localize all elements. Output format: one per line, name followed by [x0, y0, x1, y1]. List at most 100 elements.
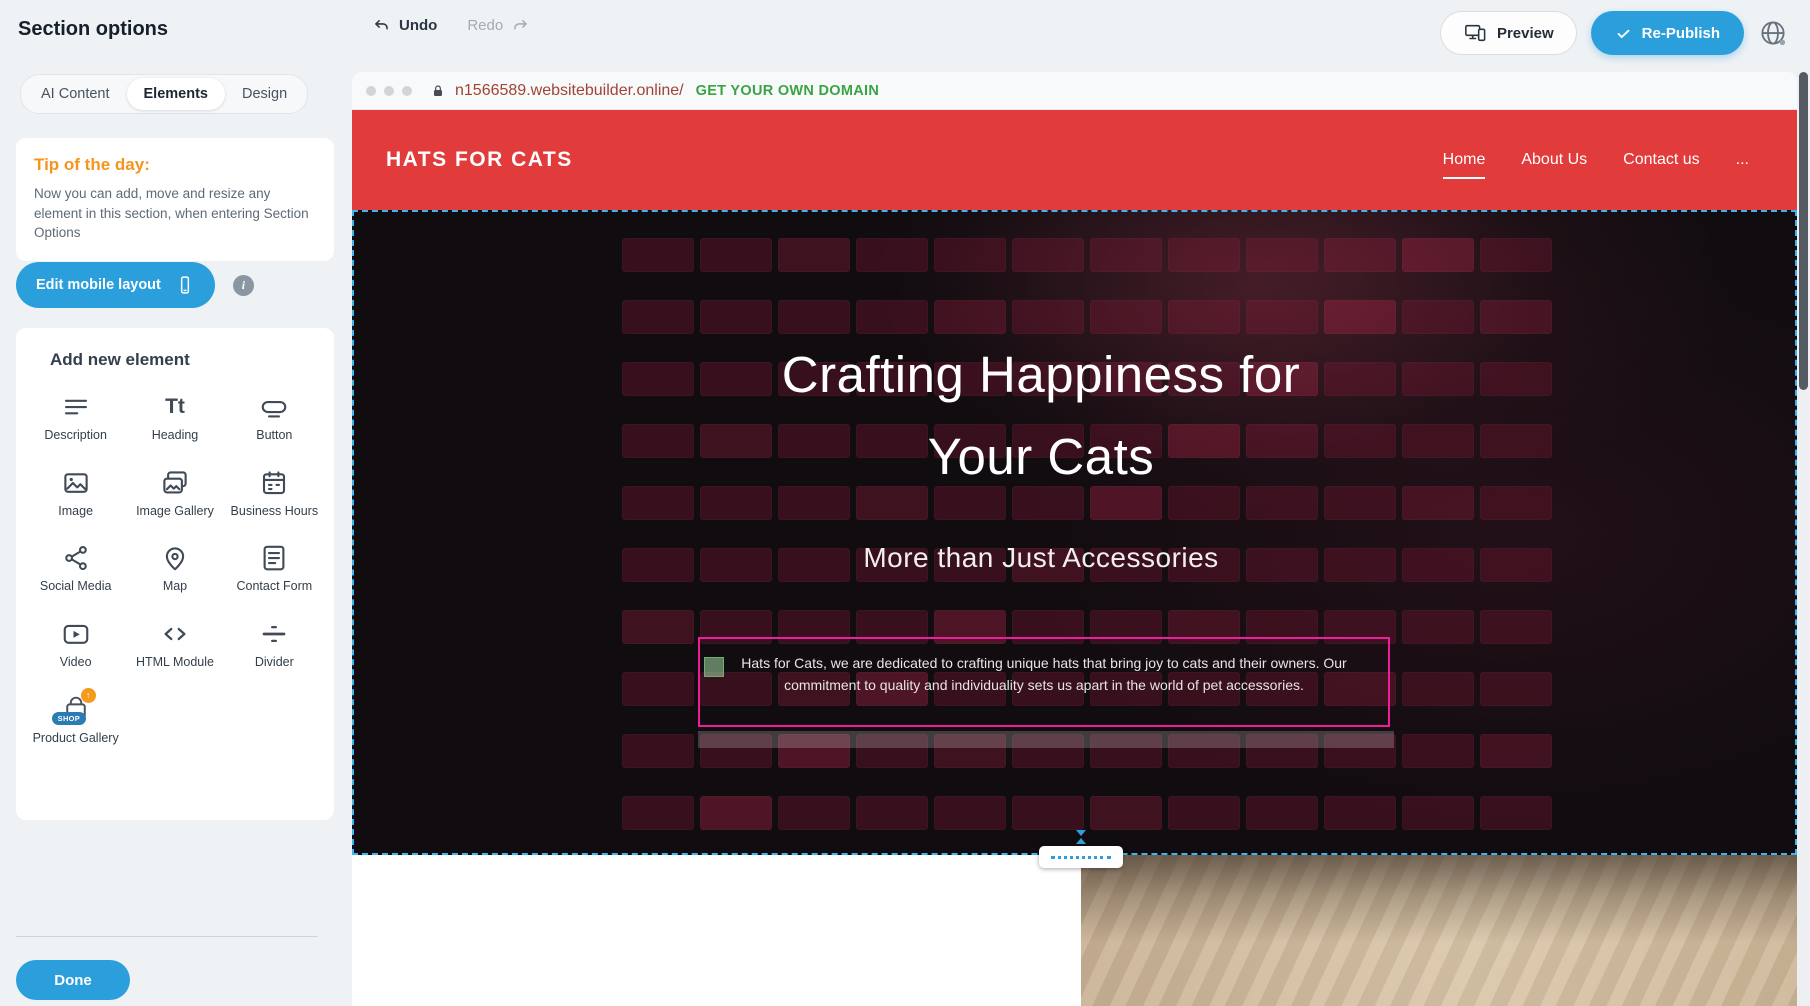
hero-grid-cell — [1246, 796, 1318, 830]
hero-grid-cell — [1402, 238, 1474, 272]
element-label: Map — [163, 579, 187, 595]
element-image[interactable]: Image — [32, 466, 120, 520]
hero-grid-cell — [622, 238, 694, 272]
redo-button[interactable]: Redo — [467, 16, 530, 35]
element-label: Heading — [152, 428, 199, 444]
hero-grid-cell — [1480, 734, 1552, 768]
site-url[interactable]: n1566589.websitebuilder.online/ — [455, 82, 684, 100]
nav-contact-us[interactable]: Contact us — [1623, 151, 1699, 169]
hero-section[interactable]: Crafting Happiness for Your Cats More th… — [352, 210, 1797, 855]
hero-grid-cell — [700, 238, 772, 272]
description-icon — [61, 390, 91, 422]
business-hours-icon — [259, 466, 289, 498]
hero-grid-cell — [1012, 300, 1084, 334]
app-root: Section options Undo Redo Preview Re-Pub… — [0, 0, 1810, 1006]
element-label: Contact Form — [236, 579, 312, 595]
hero-grid-cell — [1402, 796, 1474, 830]
site-logo[interactable]: HATS FOR CATS — [386, 148, 573, 172]
language-globe-button[interactable] — [1758, 15, 1794, 51]
element-video[interactable]: Video — [32, 617, 120, 671]
element-image-gallery[interactable]: Image Gallery — [131, 466, 219, 520]
hero-grid-cell — [1012, 238, 1084, 272]
nav-home[interactable]: Home — [1443, 151, 1486, 169]
element-button[interactable]: Button — [230, 390, 318, 444]
info-icon[interactable]: i — [233, 275, 254, 296]
history-controls: Undo Redo — [372, 16, 530, 35]
hero-heading[interactable]: Crafting Happiness for Your Cats — [352, 334, 1730, 498]
republish-label: Re-Publish — [1642, 25, 1720, 42]
element-label: Social Media — [40, 579, 112, 595]
shop-tag: SHOP — [52, 712, 86, 725]
hero-grid-cell — [1168, 300, 1240, 334]
upgrade-badge-icon: ↑ — [81, 688, 96, 703]
element-social-media[interactable]: Social Media — [32, 541, 120, 595]
site-header[interactable]: HATS FOR CATS Home About Us Contact us .… — [352, 110, 1797, 210]
scrollbar-thumb[interactable] — [1799, 72, 1808, 390]
get-domain-link[interactable]: GET YOUR OWN DOMAIN — [696, 83, 879, 99]
undo-button[interactable]: Undo — [372, 16, 437, 35]
element-label: Product Gallery — [33, 731, 119, 747]
element-description[interactable]: Description — [32, 390, 120, 444]
element-html-module[interactable]: HTML Module — [131, 617, 219, 671]
selected-paragraph-element[interactable]: Hats for Cats, we are dedicated to craft… — [698, 637, 1390, 727]
scrollbar[interactable] — [1797, 72, 1810, 1006]
tip-title: Tip of the day: — [34, 155, 316, 175]
hero-subheading[interactable]: More than Just Accessories — [352, 542, 1730, 574]
contact-form-icon — [259, 541, 289, 573]
element-business-hours[interactable]: Business Hours — [230, 466, 318, 520]
tab-design[interactable]: Design — [225, 78, 304, 110]
hero-grid-cell — [934, 238, 1006, 272]
edit-mobile-layout-button[interactable]: Edit mobile layout — [16, 262, 215, 308]
hero-grid-cell — [1480, 672, 1552, 706]
republish-button[interactable]: Re-Publish — [1591, 11, 1744, 55]
element-product-gallery[interactable]: ↑ SHOP Product Gallery — [32, 693, 120, 747]
section-resize-handle[interactable] — [1039, 830, 1123, 868]
hero-grid-cell — [1090, 796, 1162, 830]
element-label: Image Gallery — [136, 504, 214, 520]
element-label: Business Hours — [231, 504, 319, 520]
hero-grid-cell — [1324, 238, 1396, 272]
element-contact-form[interactable]: Contact Form — [230, 541, 318, 595]
hero-grid-cell — [1324, 796, 1396, 830]
hero-grid-cell — [1168, 238, 1240, 272]
hero-grid-cell — [856, 238, 928, 272]
arrow-down-icon — [1076, 830, 1086, 836]
element-map[interactable]: Map — [131, 541, 219, 595]
redo-label: Redo — [467, 17, 503, 34]
done-button[interactable]: Done — [16, 960, 130, 1000]
image-icon — [61, 466, 91, 498]
element-label: Divider — [255, 655, 294, 671]
preview-button[interactable]: Preview — [1440, 11, 1577, 55]
hero-grid-cell — [1246, 300, 1318, 334]
browser-chrome: n1566589.websitebuilder.online/ GET YOUR… — [352, 72, 1797, 110]
element-heading[interactable]: Tt Heading — [131, 390, 219, 444]
element-label: HTML Module — [136, 655, 214, 671]
preview-label: Preview — [1497, 25, 1554, 42]
site-nav: Home About Us Contact us ... — [1443, 151, 1749, 169]
element-grid: Description Tt Heading Button — [26, 390, 324, 746]
resize-pill[interactable] — [1039, 846, 1123, 868]
devices-icon — [1463, 22, 1487, 44]
next-section[interactable] — [352, 855, 1797, 1006]
hero-grid-cell — [1324, 300, 1396, 334]
nav-about-us[interactable]: About Us — [1521, 151, 1587, 169]
edit-mobile-label: Edit mobile layout — [36, 277, 161, 293]
hero-grid-cell — [1168, 796, 1240, 830]
hero-grid-cell — [622, 796, 694, 830]
lock-icon — [430, 83, 446, 99]
element-drag-handle[interactable] — [704, 657, 724, 677]
phone-icon — [175, 274, 195, 296]
hero-grid-cell — [1090, 300, 1162, 334]
add-element-panel: Add new element Description Tt Heading — [16, 328, 334, 820]
undo-label: Undo — [399, 17, 437, 34]
element-label: Description — [44, 428, 107, 444]
product-gallery-icon: ↑ SHOP — [59, 693, 93, 725]
element-label: Image — [58, 504, 93, 520]
site-preview: HATS FOR CATS Home About Us Contact us .… — [352, 110, 1797, 1006]
nav-more[interactable]: ... — [1736, 151, 1749, 169]
hero-grid-cell — [856, 796, 928, 830]
element-divider[interactable]: Divider — [230, 617, 318, 671]
tab-elements[interactable]: Elements — [127, 78, 225, 110]
hero-grid-cell — [1402, 300, 1474, 334]
tab-ai-content[interactable]: AI Content — [24, 78, 127, 110]
